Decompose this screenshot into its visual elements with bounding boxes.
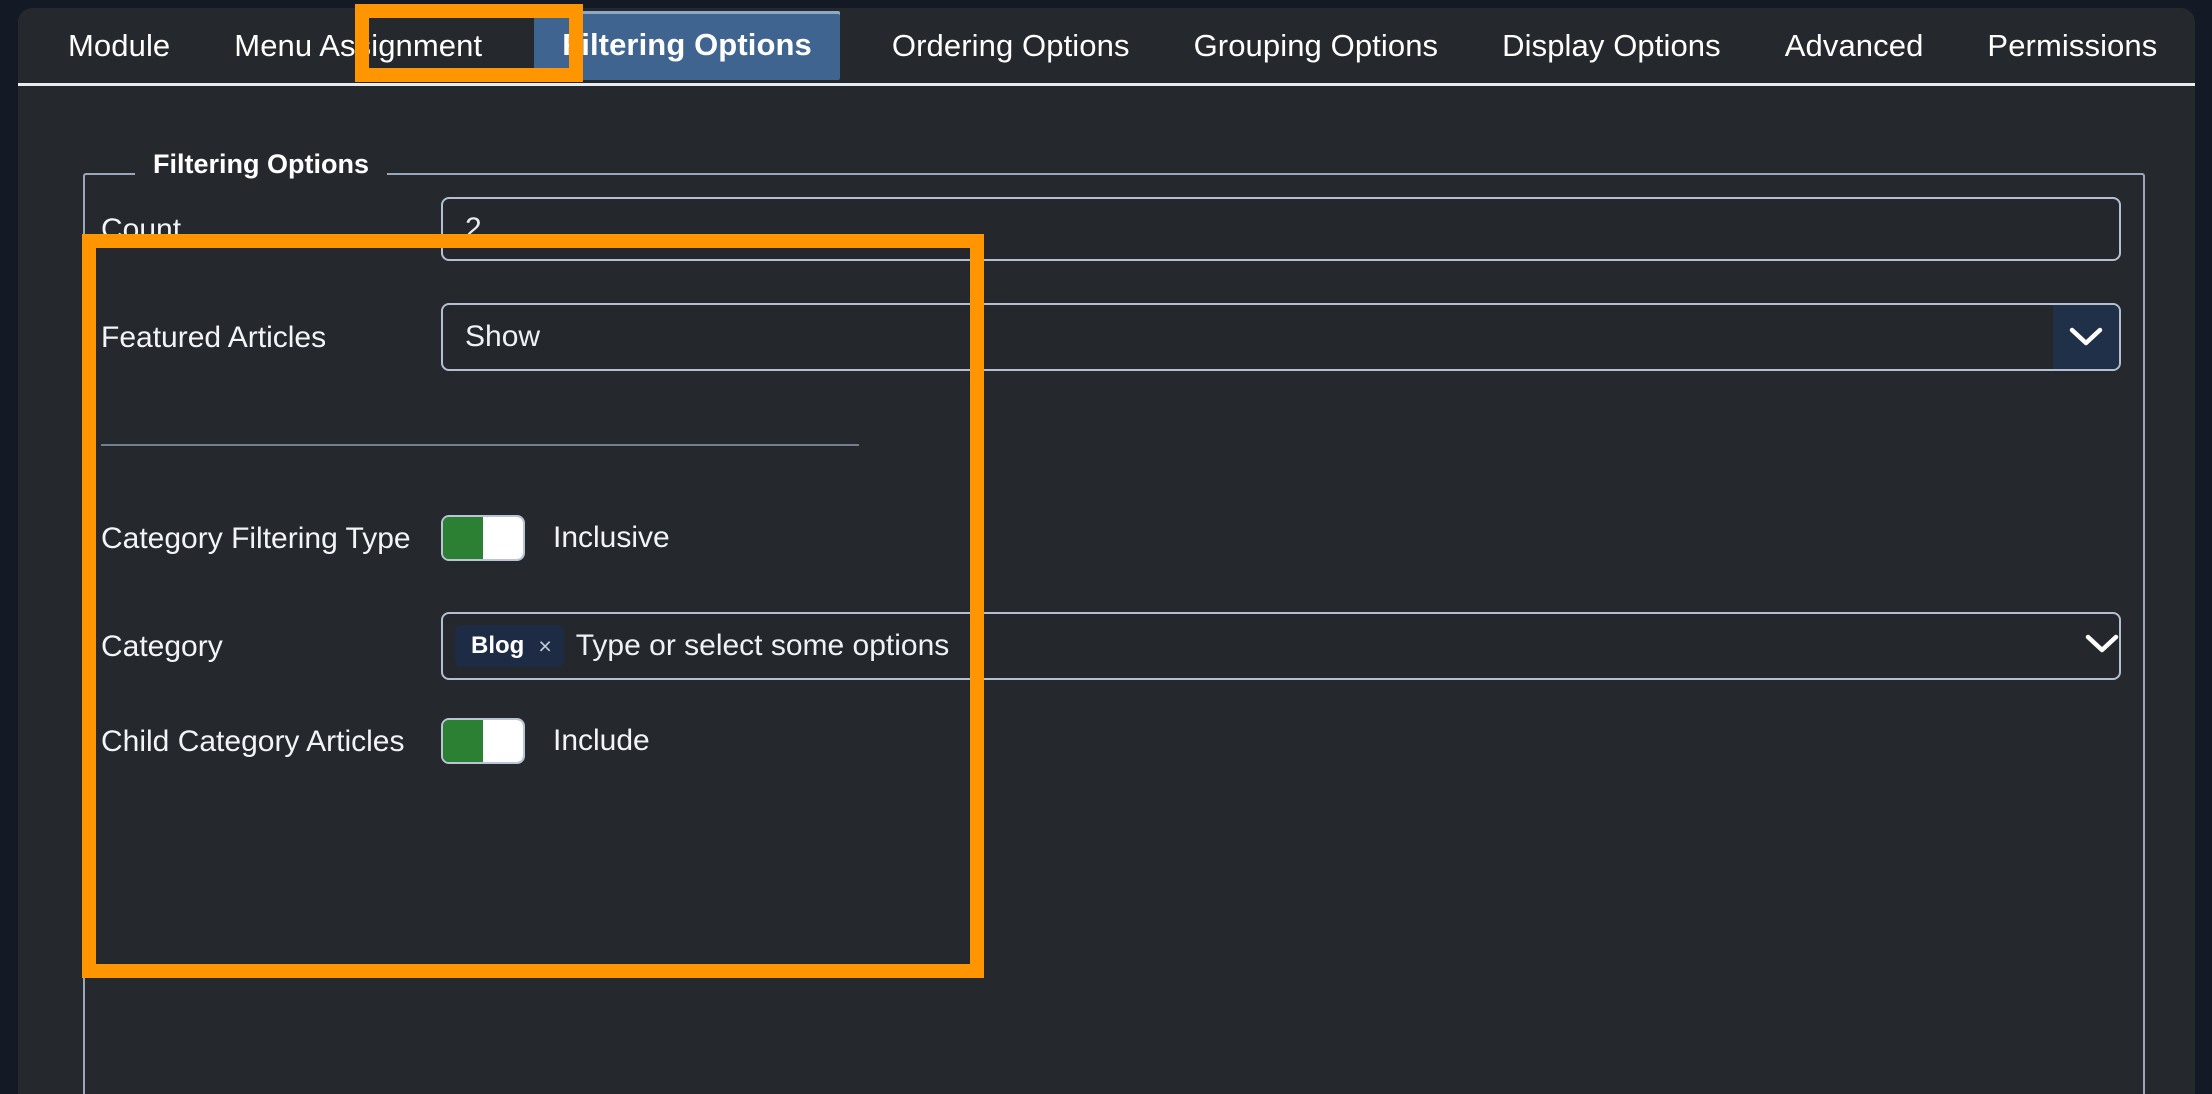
form-row-child-category-articles: Child Category Articles Include [101, 718, 2121, 764]
child-category-articles-label: Child Category Articles [101, 724, 405, 758]
chevron-down-icon[interactable] [2085, 634, 2119, 659]
tab-display-options[interactable]: Display Options [1470, 30, 1753, 61]
child-category-articles-toggle-wrap: Include [441, 718, 2121, 764]
category-filtering-type-label: Category Filtering Type [101, 521, 411, 555]
child-category-articles-field-wrapper: Include [441, 718, 2121, 764]
count-label: Count [101, 212, 182, 246]
child-category-articles-state: Include [553, 724, 650, 757]
tab-advanced[interactable]: Advanced [1753, 30, 1956, 61]
tab-list: Module Menu Assignment Filtering Options… [18, 8, 2195, 83]
screen: Module Menu Assignment Filtering Options… [0, 0, 2212, 1094]
close-icon[interactable]: × [538, 634, 551, 658]
form-row-featured-articles: Featured Articles Show [101, 303, 2121, 371]
toggle-on-half [443, 720, 483, 762]
category-filtering-type-toggle[interactable] [441, 515, 525, 561]
toggle-off-half [483, 517, 523, 559]
category-label: Category [101, 629, 223, 663]
tab-grouping-options[interactable]: Grouping Options [1162, 30, 1471, 61]
form-row-category: Category Blog × Type or select some opti… [101, 612, 2121, 680]
module-edit-panel: Module Menu Assignment Filtering Options… [18, 8, 2195, 1094]
chevron-down-icon[interactable] [2053, 305, 2119, 369]
featured-articles-value: Show [465, 320, 541, 353]
count-input[interactable]: 2 [441, 197, 2121, 261]
chip-blog[interactable]: Blog × [455, 625, 564, 667]
tab-menu-assignment[interactable]: Menu Assignment [202, 30, 514, 61]
form-row-category-filtering-type: Category Filtering Type Inclusive [101, 515, 2121, 561]
toggle-off-half [483, 720, 523, 762]
form-row-count: Count 2 [101, 197, 2121, 261]
filtering-options-form: Count 2 Featured Articles Show Category … [85, 175, 2143, 1094]
category-chips-area: Blog × Type or select some options [443, 625, 2085, 667]
child-category-articles-toggle[interactable] [441, 718, 525, 764]
featured-articles-select[interactable]: Show [441, 303, 2121, 371]
category-field-wrapper: Blog × Type or select some options [441, 612, 2121, 680]
category-filtering-type-toggle-wrap: Inclusive [441, 515, 2121, 561]
category-filtering-type-field-wrapper: Inclusive [441, 515, 2121, 561]
featured-articles-field-wrapper: Show [441, 303, 2121, 371]
count-field-wrapper: 2 [441, 197, 2121, 261]
tab-filtering-options[interactable]: Filtering Options [534, 11, 840, 80]
tab-module[interactable]: Module [36, 30, 202, 61]
featured-articles-label: Featured Articles [101, 320, 327, 354]
section-divider [101, 444, 859, 446]
chip-label: Blog [471, 632, 525, 659]
tab-permissions[interactable]: Permissions [1955, 30, 2189, 61]
filtering-options-fieldset: Filtering Options Count 2 Featured Artic… [83, 151, 2145, 1094]
toggle-on-half [443, 517, 483, 559]
category-placeholder: Type or select some options [575, 629, 950, 662]
fieldset-legend: Filtering Options [135, 151, 387, 178]
category-filtering-type-state: Inclusive [553, 521, 670, 554]
category-multiselect[interactable]: Blog × Type or select some options [441, 612, 2121, 680]
tab-ordering-options[interactable]: Ordering Options [860, 30, 1162, 61]
tab-bar: Module Menu Assignment Filtering Options… [18, 8, 2195, 86]
